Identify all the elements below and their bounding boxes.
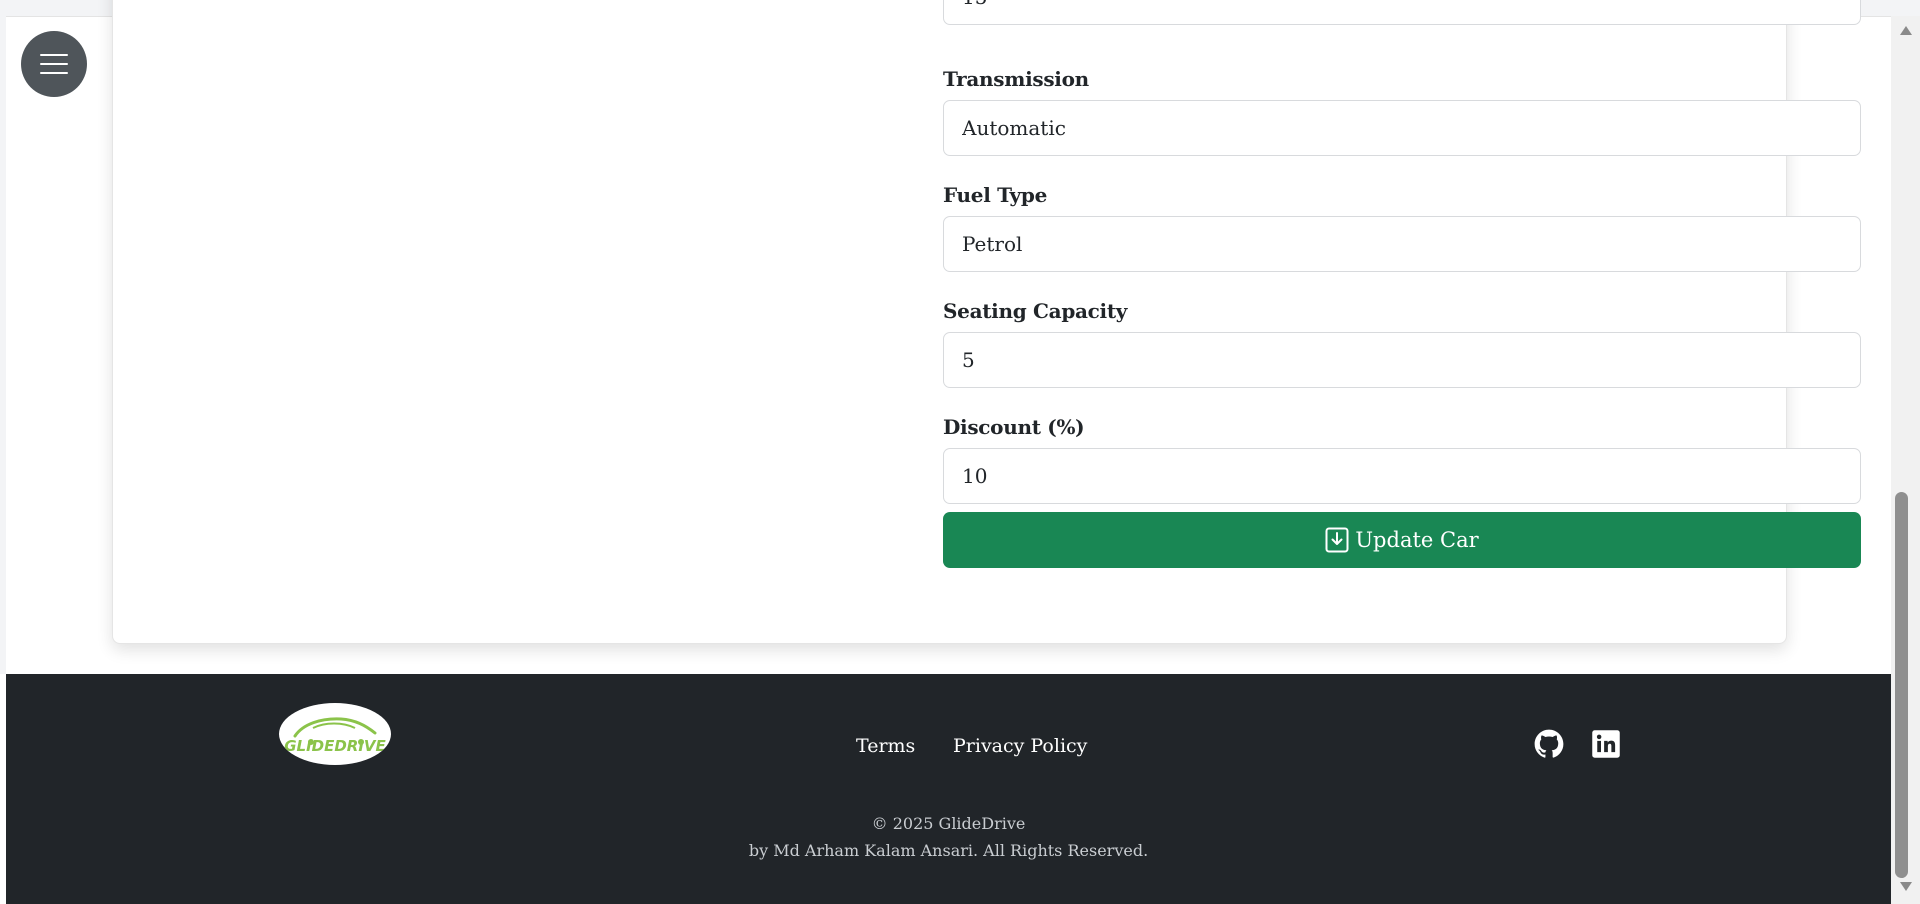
browser-viewport: Transmission Fuel Type Seating Capacity …: [0, 0, 1920, 904]
terms-link[interactable]: Terms: [856, 735, 915, 757]
copyright-text: © 2025 GlideDrive: [871, 814, 1026, 833]
update-car-button[interactable]: Update Car: [943, 512, 1861, 568]
vertical-scrollbar[interactable]: [1891, 16, 1920, 904]
transmission-label: Transmission: [943, 67, 1089, 91]
scroll-down-arrow[interactable]: [1900, 882, 1912, 891]
fuel-type-input[interactable]: [943, 216, 1861, 272]
discount-input[interactable]: [943, 448, 1861, 504]
site-footer: GLIDEDRIVE Terms Privacy Policy © 2025 G…: [6, 674, 1891, 904]
seating-capacity-input[interactable]: [943, 332, 1861, 388]
discount-label: Discount (%): [943, 415, 1085, 439]
transmission-input[interactable]: [943, 100, 1861, 156]
logo-wordmark: GLIDEDRIVE: [284, 737, 386, 755]
glidedrive-logo[interactable]: GLIDEDRIVE: [279, 703, 391, 765]
previous-field-input[interactable]: [943, 0, 1861, 25]
edit-car-form-card: Transmission Fuel Type Seating Capacity …: [112, 0, 1861, 644]
hamburger-icon: [40, 54, 68, 74]
page-left-edge: [0, 16, 6, 674]
seating-capacity-label: Seating Capacity: [943, 299, 1128, 323]
privacy-policy-link[interactable]: Privacy Policy: [953, 735, 1087, 757]
fuel-type-label: Fuel Type: [943, 183, 1047, 207]
credit-text: by Md Arham Kalam Ansari. All Rights Res…: [748, 841, 1149, 860]
github-icon[interactable]: [1534, 729, 1564, 759]
scroll-up-arrow[interactable]: [1900, 26, 1912, 35]
linkedin-icon[interactable]: [1591, 729, 1621, 759]
download-box-icon: [1325, 527, 1349, 553]
car-logo-icon: GLIDEDRIVE: [284, 717, 387, 755]
scrollbar-thumb[interactable]: [1895, 492, 1908, 878]
update-car-button-label: Update Car: [1355, 528, 1479, 552]
menu-toggle-button[interactable]: [21, 31, 87, 97]
